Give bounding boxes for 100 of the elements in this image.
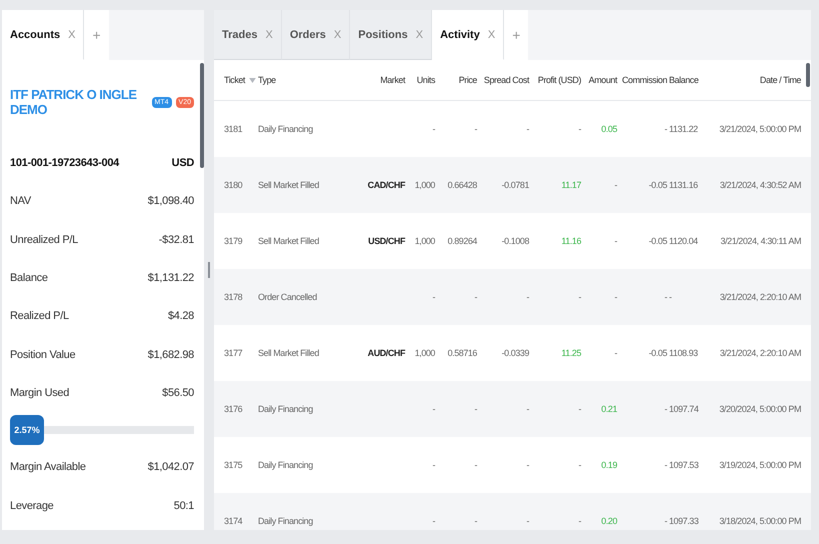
table-cell-text: 1097.53 bbox=[669, 460, 700, 470]
table-cell-text: 1,000 bbox=[414, 236, 435, 246]
metric-label: Leverage bbox=[10, 500, 54, 512]
metric-value: $1,042.07 bbox=[148, 461, 194, 474]
metric-value: $56.50 bbox=[162, 386, 194, 399]
table-cell-text: 3/18/2024, 5:00:00 PM bbox=[718, 516, 801, 526]
table-cell-text: - bbox=[431, 516, 435, 526]
panel-tab[interactable]: Accounts X bbox=[2, 10, 84, 60]
margin-bar-fill: 2.57% bbox=[10, 415, 44, 446]
metric-value: $1,131.22 bbox=[148, 272, 194, 284]
table-cell-text: - bbox=[525, 124, 529, 134]
metric-label: Position Value bbox=[10, 348, 76, 361]
metric-label: Balance bbox=[10, 272, 48, 284]
table-cell-text: 3/21/2024, 4:30:11 AM bbox=[720, 236, 801, 246]
table-cell-text: - bbox=[613, 292, 617, 302]
table-cell-text: CAD/CHF bbox=[366, 180, 405, 190]
table-cell-text: AUD/CHF bbox=[366, 348, 405, 358]
table-cell-text: - bbox=[577, 516, 581, 526]
table-cell-text: 3177 bbox=[224, 348, 244, 358]
table-cell-text: - bbox=[525, 292, 529, 302]
table-cell-text: 1120.04 bbox=[669, 236, 699, 246]
table-cell-text: 3/21/2024, 4:30:52 AM bbox=[718, 180, 801, 190]
column-header[interactable]: Spread Cost bbox=[479, 75, 529, 85]
table-cell-text: 11.25 bbox=[560, 348, 581, 358]
table-cell-text: -0.05 bbox=[648, 180, 667, 190]
table-cell-text: 1097.74 bbox=[669, 404, 700, 414]
table-cell-text: 0.19 bbox=[600, 460, 617, 470]
metric-label: Unrealized P/L bbox=[10, 234, 78, 246]
metric-value: $1,098.40 bbox=[148, 195, 194, 208]
metric-label: NAV bbox=[10, 195, 31, 208]
table-cell-text: - bbox=[669, 292, 673, 302]
table-cell-text: 3176 bbox=[224, 404, 244, 414]
metric-value: $1,682.98 bbox=[148, 348, 194, 361]
splitter-handle[interactable] bbox=[208, 262, 210, 278]
table-cell-text: -0.0339 bbox=[500, 348, 529, 358]
metric-value: -$32.81 bbox=[158, 234, 194, 246]
table-cell-text: 1131.16 bbox=[669, 180, 699, 190]
table-cell-text: - bbox=[473, 292, 477, 302]
table-cell-text: 3/20/2024, 5:00:00 PM bbox=[718, 404, 801, 414]
table-cell-text: 3/21/2024, 2:20:10 AM bbox=[718, 292, 801, 302]
column-header[interactable]: Amount bbox=[583, 75, 617, 85]
table-cell-text: 3181 bbox=[224, 124, 244, 134]
account-id: 101-001-19723643-004 bbox=[10, 157, 119, 170]
table-cell-text: - bbox=[525, 516, 529, 526]
table-cell-text: Sell Market Filled bbox=[258, 180, 320, 190]
metric-label: Margin Used bbox=[10, 386, 70, 399]
table-cell-text: 1,000 bbox=[414, 348, 435, 358]
table-cell-text: - bbox=[431, 292, 435, 302]
table-cell-text: -0.05 bbox=[648, 236, 667, 246]
panel-tab[interactable]: Positions X bbox=[350, 10, 432, 60]
column-header[interactable]: Type bbox=[258, 75, 361, 85]
scrollbar-thumb[interactable] bbox=[200, 63, 204, 168]
table-cell-text: - bbox=[431, 404, 435, 414]
column-header[interactable]: Balance bbox=[669, 75, 705, 85]
table-cell-text: USD/CHF bbox=[367, 236, 405, 246]
table-cell-text: - bbox=[663, 292, 667, 302]
table-cell-text: 3175 bbox=[224, 460, 244, 470]
table-cell-text: - bbox=[473, 516, 477, 526]
table-cell-text: 3/21/2024, 2:20:10 AM bbox=[718, 348, 801, 358]
panel-tab[interactable]: Trades X bbox=[214, 10, 282, 60]
table-cell-text: Sell Market Filled bbox=[258, 348, 320, 358]
table-cell-text: - bbox=[613, 236, 617, 246]
column-header[interactable]: Commission bbox=[619, 75, 667, 85]
column-header[interactable]: Date / Time bbox=[707, 75, 801, 85]
column-header[interactable]: Profit (USD) bbox=[531, 75, 581, 85]
table-cell-text: -0.0781 bbox=[500, 180, 529, 190]
table-cell-text: Daily Financing bbox=[258, 516, 314, 526]
table-cell-text: - bbox=[663, 124, 667, 134]
table-cell-text: - bbox=[663, 460, 667, 470]
table-cell-text: 1131.22 bbox=[669, 124, 699, 134]
table-cell-text: - bbox=[525, 404, 529, 414]
column-header[interactable]: Ticket bbox=[224, 75, 256, 85]
table-cell-text: 3174 bbox=[224, 516, 244, 526]
table-cell-text: 1097.33 bbox=[669, 516, 700, 526]
metric-label: Realized P/L bbox=[10, 310, 69, 322]
table-cell-text: 3/19/2024, 5:00:00 PM bbox=[718, 460, 801, 470]
table-cell-text: 1108.93 bbox=[669, 348, 699, 358]
column-header[interactable]: Units bbox=[407, 75, 435, 85]
column-header[interactable]: Price bbox=[437, 75, 477, 85]
panel-tab[interactable]: Activity X bbox=[432, 10, 504, 60]
table-cell-text: Sell Market Filled bbox=[258, 236, 320, 246]
panel-tab[interactable]: Orders X bbox=[282, 10, 350, 60]
table-cell-text: - bbox=[473, 404, 477, 414]
table-cell-text: - bbox=[577, 292, 581, 302]
scrollbar-thumb[interactable] bbox=[806, 63, 810, 87]
table-cell-text: 0.20 bbox=[600, 516, 617, 526]
account-currency: USD bbox=[172, 157, 194, 170]
table-cell-text: - bbox=[613, 180, 617, 190]
table-cell-text: 0.21 bbox=[600, 404, 617, 414]
table-cell-text: - bbox=[431, 460, 435, 470]
column-header[interactable]: Market bbox=[363, 75, 405, 85]
sort-arrow-icon bbox=[248, 78, 256, 82]
table-cell-text: 11.17 bbox=[560, 180, 581, 190]
table-cell-text: - bbox=[663, 516, 667, 526]
table-cell-text: 3179 bbox=[224, 236, 244, 246]
table-cell-text: Daily Financing bbox=[258, 404, 314, 414]
table-cell-text: Daily Financing bbox=[258, 460, 314, 470]
table-cell-text: - bbox=[473, 124, 477, 134]
table-cell-text: - bbox=[577, 404, 581, 414]
metric-value: $4.28 bbox=[168, 310, 194, 322]
